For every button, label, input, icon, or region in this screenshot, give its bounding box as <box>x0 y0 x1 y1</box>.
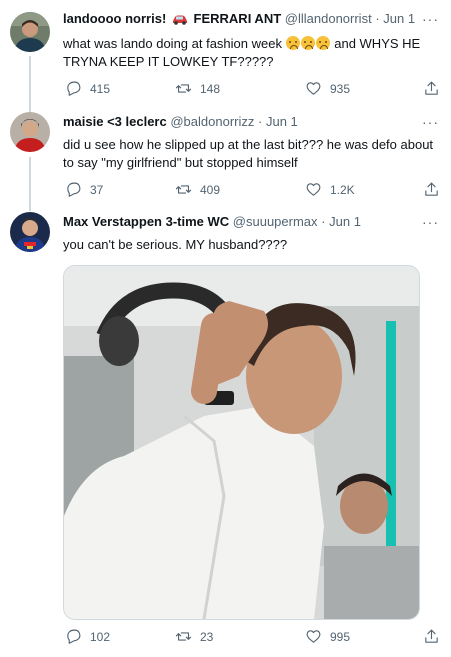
tweet-text: did u see how he slipped up at the last … <box>63 137 434 170</box>
tweet-actions: 102 23 995 <box>63 628 443 648</box>
display-name[interactable]: Max Verstappen 3-time WC <box>63 214 229 229</box>
reply-icon <box>67 182 81 197</box>
tweet-header: maisie <3 leclerc @baldonorrizz · Jun 1 <box>63 113 441 131</box>
like-button[interactable]: 995 <box>305 628 350 645</box>
retweet-icon <box>175 185 192 194</box>
avatar[interactable] <box>10 12 50 52</box>
reply-button[interactable]: 415 <box>65 80 110 97</box>
share-button[interactable] <box>423 80 440 97</box>
thread-line <box>29 157 31 209</box>
display-name[interactable]: maisie <3 leclerc <box>63 114 167 129</box>
more-options-icon[interactable]: ··· <box>422 115 439 129</box>
more-options-icon[interactable]: ··· <box>422 12 439 26</box>
tweet-text-part: what was lando doing at fashion week <box>63 36 282 51</box>
separator-dot: · <box>375 11 380 26</box>
tweet-actions: 415 148 935 <box>63 80 443 100</box>
retweet-button[interactable]: 23 <box>175 628 213 645</box>
tweet-text: what was lando doing at fashion week and… <box>63 35 445 71</box>
reply-button[interactable]: 102 <box>65 628 110 645</box>
tweet-2[interactable]: maisie <3 leclerc @baldonorrizz · Jun 1 … <box>0 105 451 209</box>
tweet-header: landoooo norris! FERRARI ANT @lllandonor… <box>63 10 441 28</box>
display-name-suffix[interactable]: FERRARI ANT <box>194 11 282 26</box>
tweet-header: Max Verstappen 3-time WC @suuupermax · J… <box>63 213 441 231</box>
retweet-icon <box>175 84 192 93</box>
share-button[interactable] <box>423 628 440 645</box>
tweet-date[interactable]: Jun 1 <box>329 214 361 229</box>
tweet-date[interactable]: Jun 1 <box>383 11 415 26</box>
thread-line <box>29 56 31 108</box>
reply-button[interactable]: 37 <box>65 181 103 198</box>
avatar[interactable] <box>10 212 50 252</box>
user-handle[interactable]: @suuupermax <box>233 214 318 229</box>
like-count: 995 <box>330 629 351 644</box>
like-count: 1.2K <box>330 182 355 197</box>
retweet-count: 148 <box>200 81 221 96</box>
tweet-date[interactable]: Jun 1 <box>266 114 298 129</box>
tweet-actions: 37 409 1.2K <box>63 181 443 201</box>
reply-count: 102 <box>90 629 111 644</box>
retweet-button[interactable]: 148 <box>175 80 220 97</box>
share-button[interactable] <box>423 181 440 198</box>
heart-icon <box>306 183 321 196</box>
separator-dot: · <box>258 114 263 129</box>
photo-illustration <box>64 266 419 619</box>
retweet-button[interactable]: 409 <box>175 181 220 198</box>
reply-icon <box>67 81 81 96</box>
retweet-count: 409 <box>200 182 221 197</box>
like-count: 935 <box>330 81 351 96</box>
share-icon <box>425 182 438 196</box>
reply-count: 415 <box>90 81 111 96</box>
like-button[interactable]: 935 <box>305 80 350 97</box>
car-icon <box>172 12 188 30</box>
reply-count: 37 <box>90 182 104 197</box>
crying-face-emoji <box>285 36 331 51</box>
retweet-icon <box>175 632 192 641</box>
display-name[interactable]: landoooo norris! <box>63 11 166 26</box>
tweet-1[interactable]: landoooo norris! FERRARI ANT @lllandonor… <box>0 0 451 108</box>
heart-icon <box>306 82 321 95</box>
separator-dot: · <box>321 214 326 229</box>
retweet-count: 23 <box>200 629 214 644</box>
more-options-icon[interactable]: ··· <box>422 215 439 229</box>
thread-line <box>29 203 31 211</box>
share-icon <box>425 629 438 643</box>
like-button[interactable]: 1.2K <box>305 181 355 198</box>
user-handle[interactable]: @baldonorrizz <box>170 114 254 129</box>
tweet-text: you can't be serious. MY husband???? <box>63 237 288 252</box>
tweet-media-photo[interactable] <box>63 265 420 620</box>
share-icon <box>425 81 438 95</box>
heart-icon <box>306 630 321 643</box>
reply-icon <box>67 629 81 644</box>
avatar[interactable] <box>10 112 50 152</box>
user-handle[interactable]: @lllandonorrist <box>285 11 372 26</box>
